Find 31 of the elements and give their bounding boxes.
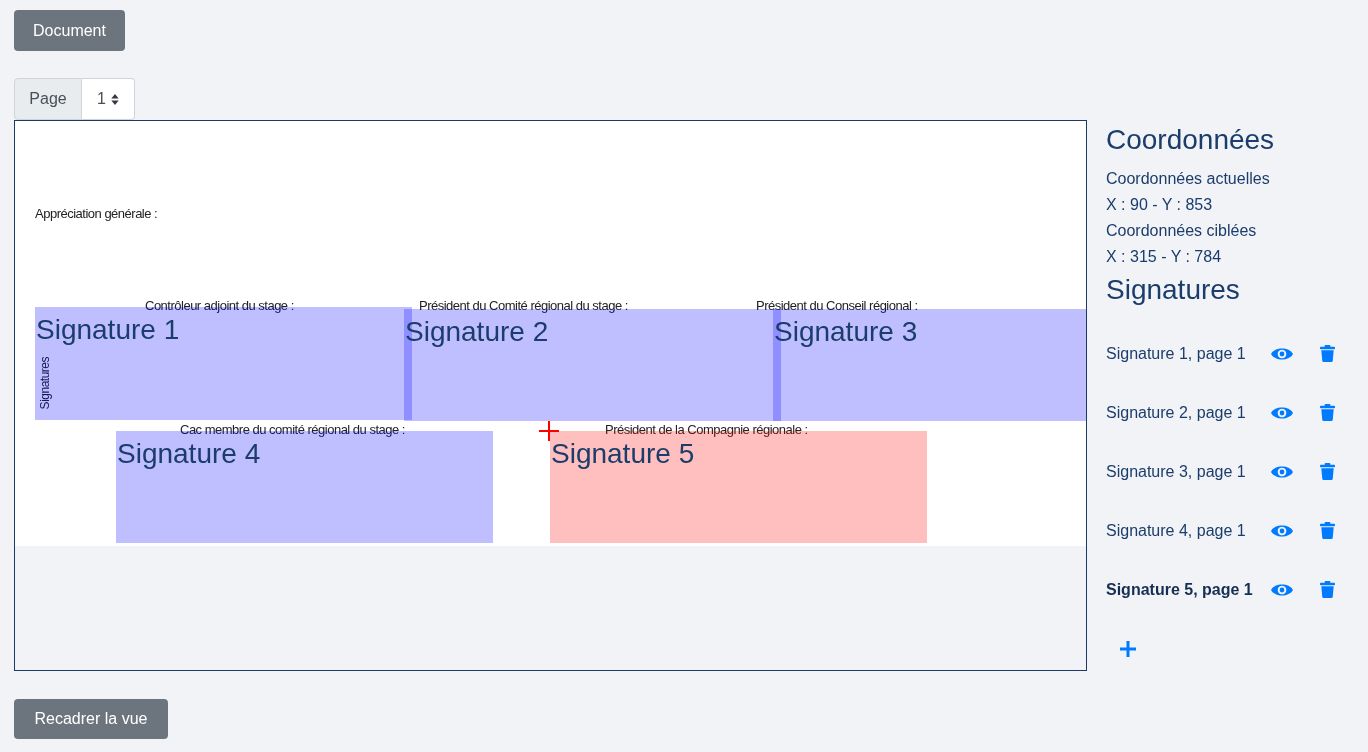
crosshair-icon [539,421,559,441]
eye-icon [1271,405,1293,420]
coordinates-value: X : 90 - Y : 853 [1106,195,1213,215]
page-text: Appréciation générale : [35,206,158,221]
section-title: Signatures [1106,273,1240,307]
signature-item[interactable]: Signature 2, page 1 [1106,400,1269,425]
signature-item[interactable]: Signature 1, page 1 [1106,341,1269,366]
caret-icon [110,93,119,105]
trash-icon [1319,345,1335,362]
recenter-button[interactable]: Recadrer la vue [14,699,168,739]
signature-item[interactable]: Signature 3, page 1 [1106,459,1269,484]
eye-icon [1271,523,1293,538]
signature-item[interactable]: Signature 5, page 1 [1106,577,1269,602]
document-button[interactable]: Document [14,10,125,51]
coordinates-label: Coordonnées actuelles [1106,169,1270,189]
trash-icon [1319,581,1335,598]
coordinates-label: Coordonnées ciblées [1106,221,1257,241]
eye-icon [1271,464,1293,479]
document-viewer[interactable] [14,120,1087,671]
section-title: Coordonnées [1106,123,1275,157]
plus-icon [1120,640,1136,657]
eye-icon [1271,582,1293,597]
page-label: Page [14,78,82,120]
signature-item[interactable]: Signature 4, page 1 [1106,518,1269,543]
page-text: Signatures [39,357,51,410]
eye-icon [1271,346,1293,361]
trash-icon [1319,463,1335,480]
trash-icon [1319,404,1335,421]
page-select[interactable]: 1 [82,78,135,120]
coordinates-value: X : 315 - Y : 784 [1106,247,1222,267]
trash-icon [1319,522,1335,539]
